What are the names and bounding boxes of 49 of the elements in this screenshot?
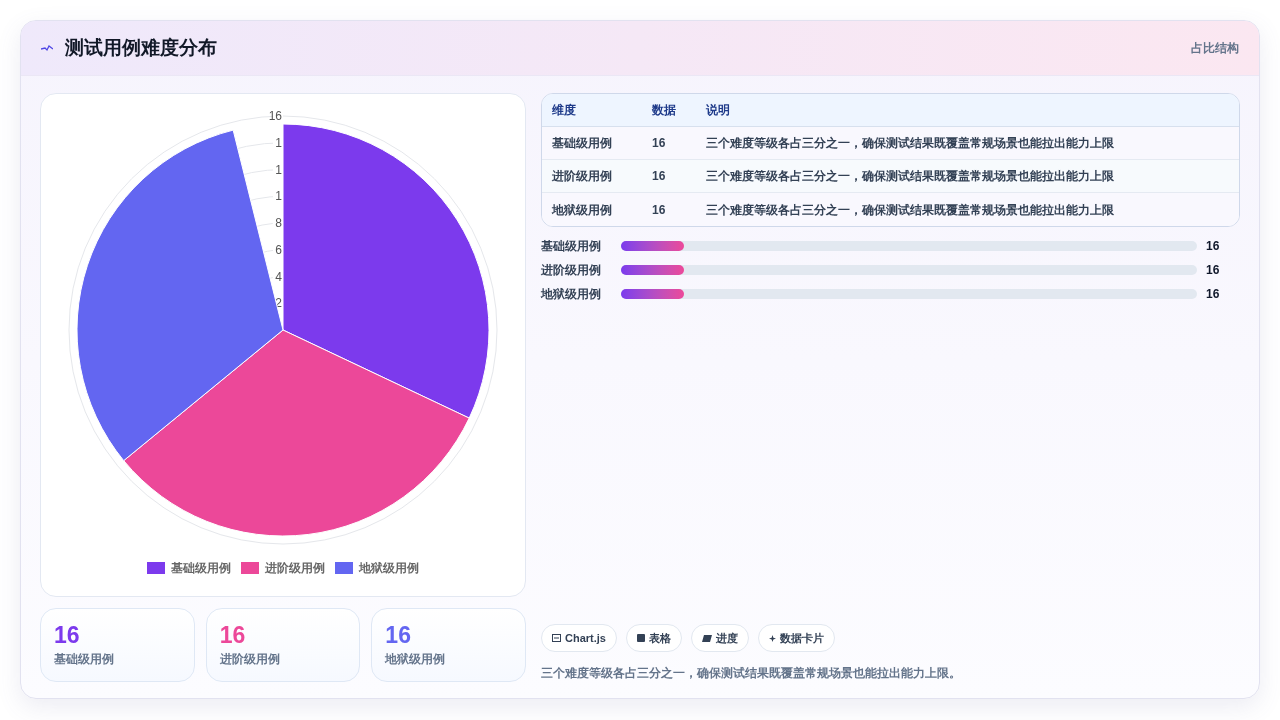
bar-label: 进阶级用例	[541, 262, 602, 279]
column-header: 数据	[652, 103, 676, 117]
summary-text: 三个难度等级各占三分之一，确保测试结果既覆盖常规场景也能拉出能力上限。	[541, 665, 961, 682]
chip-label: 表格	[648, 630, 671, 646]
bar-value: 16	[1206, 286, 1220, 303]
chip-label: 进度	[715, 630, 738, 646]
column-header: 说明	[706, 103, 730, 117]
scale-label: 1	[275, 135, 282, 150]
chart-icon	[552, 634, 561, 642]
legend-label: 进阶级用例	[265, 560, 325, 577]
pulse-icon	[41, 44, 53, 52]
scale-label: 16	[268, 109, 282, 123]
table-cell: 三个难度等级各占三分之一，确保测试结果既覆盖常规场景也能拉出能力上限	[706, 136, 1114, 150]
legend-swatch	[241, 562, 259, 574]
column-header: 维度	[552, 103, 576, 117]
legend-label: 基础级用例	[171, 560, 231, 577]
stat-value: 16	[219, 621, 246, 649]
page-title: 测试用例难度分布	[65, 35, 217, 60]
sparkle-icon	[768, 634, 776, 642]
table-cell: 三个难度等级各占三分之一，确保测试结果既覆盖常规场景也能拉出能力上限	[706, 202, 1114, 217]
chip-label: Chart.js	[565, 630, 606, 646]
bar-value: 16	[1206, 262, 1220, 279]
stat-value: 16	[385, 621, 411, 649]
bar-label: 地狱级用例	[541, 286, 602, 303]
table-cell: 16	[652, 169, 666, 183]
header-tag: 占比结构	[1191, 39, 1239, 57]
stat-label: 地狱级用例	[385, 651, 446, 668]
scale-label: 1	[275, 189, 282, 204]
stat-value: 16	[54, 621, 80, 649]
square-icon	[636, 634, 645, 642]
chip-label: 数据卡片	[779, 630, 824, 646]
legend-swatch	[147, 562, 165, 574]
scale-label: 6	[275, 242, 282, 257]
table-cell: 进阶级用例	[552, 169, 612, 183]
legend-swatch	[335, 562, 353, 574]
scale-label: 1	[275, 162, 282, 177]
table-cell: 三个难度等级各占三分之一，确保测试结果既覆盖常规场景也能拉出能力上限	[706, 169, 1114, 183]
table-cell: 基础级用例	[552, 136, 612, 150]
table-cell: 地狱级用例	[552, 202, 612, 217]
scale-label: 8	[275, 216, 282, 230]
bar-value: 16	[1206, 238, 1220, 255]
legend-label: 地狱级用例	[359, 560, 419, 577]
bar-label: 基础级用例	[541, 238, 602, 255]
stat-label: 基础级用例	[54, 651, 114, 668]
stat-label: 进阶级用例	[219, 651, 280, 668]
scale-label: 4	[275, 269, 282, 284]
table-cell: 16	[652, 136, 666, 150]
bar-icon	[701, 634, 712, 642]
table-cell: 16	[652, 202, 666, 217]
